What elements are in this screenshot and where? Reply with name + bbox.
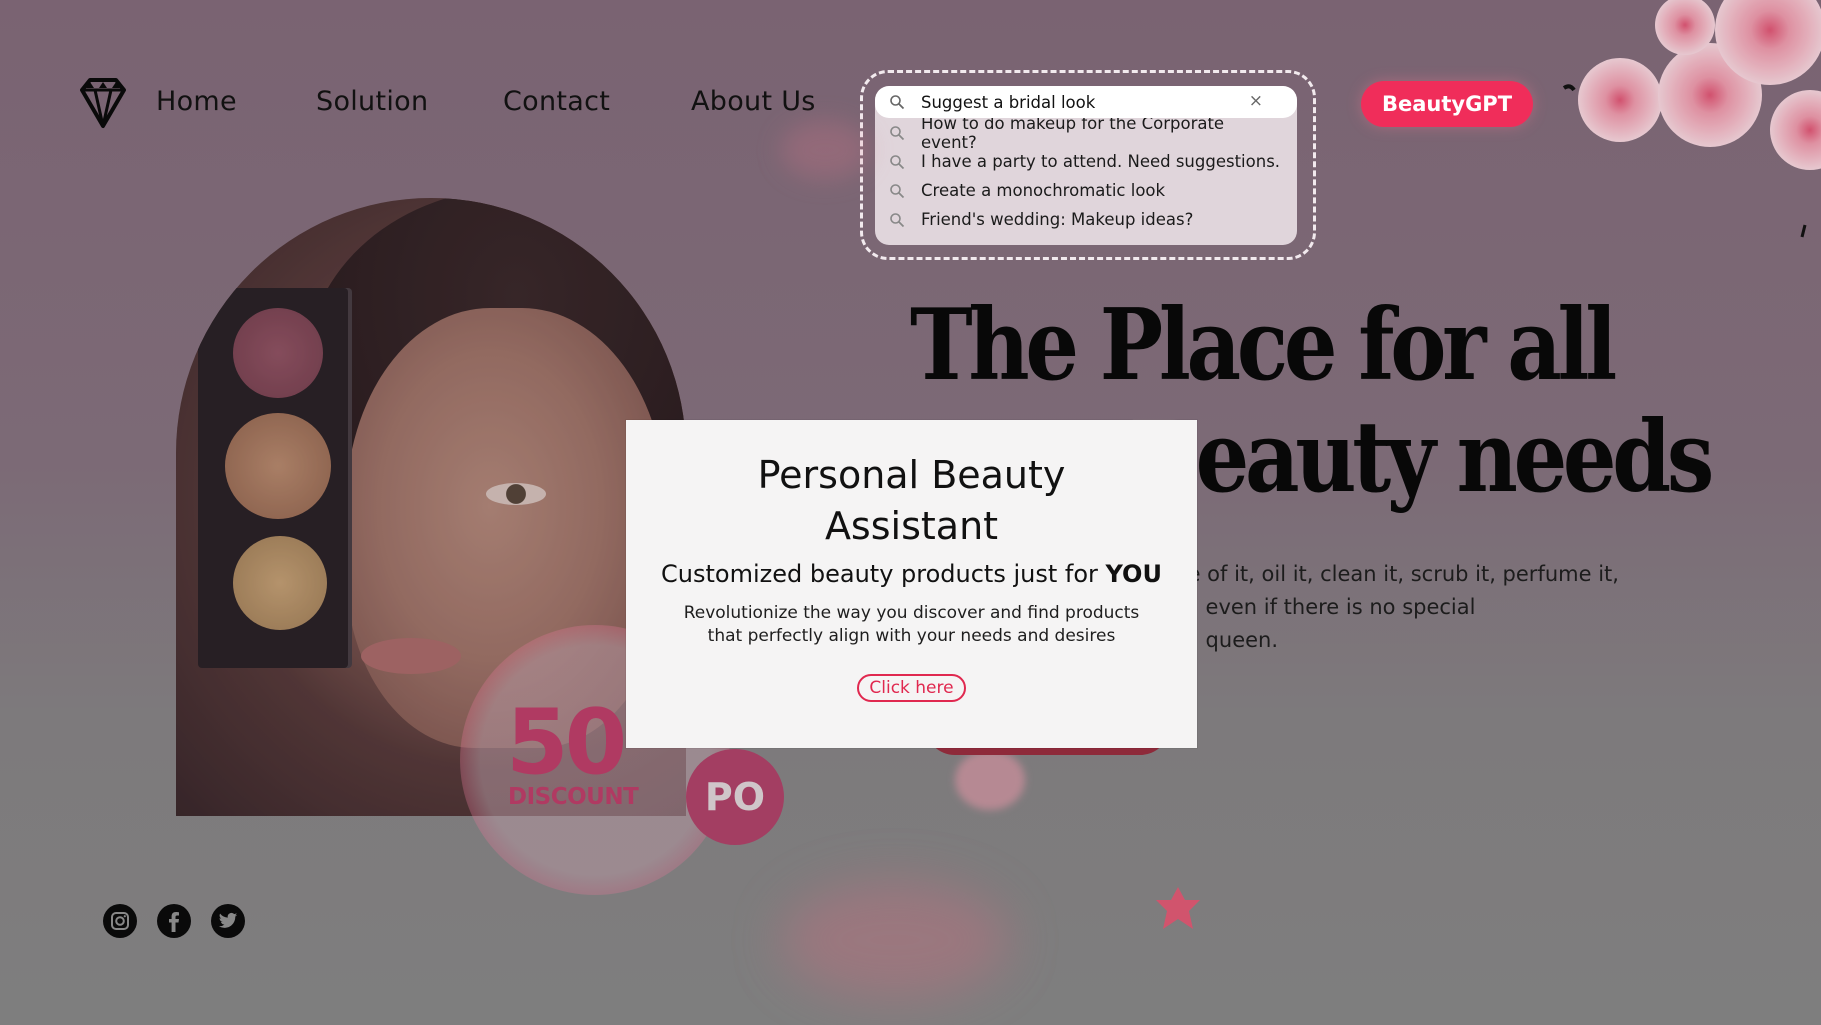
twitter-icon[interactable]: [211, 904, 245, 938]
diamond-icon[interactable]: [76, 76, 130, 130]
nav-about-us[interactable]: About Us: [691, 86, 816, 117]
instagram-icon[interactable]: [103, 904, 137, 938]
personal-beauty-assistant-modal: Personal Beauty Assistant Customized bea…: [626, 420, 1197, 748]
search-input[interactable]: [921, 92, 1241, 112]
clear-search-icon[interactable]: ×: [1249, 91, 1263, 111]
petal-decoration: [780, 120, 870, 180]
search-icon: [890, 125, 905, 140]
cherry-blossom-decoration: [1562, 0, 1821, 238]
search-icon: [890, 212, 905, 227]
nav-solution[interactable]: Solution: [316, 86, 428, 117]
suggestion-text: Friend's wedding: Makeup ideas?: [921, 210, 1194, 229]
promo-badge[interactable]: PO: [686, 749, 784, 845]
hero-description: care of it, oil it, clean it, scrub it, …: [1155, 562, 1619, 652]
click-here-button[interactable]: Click here: [857, 674, 966, 702]
search-bar[interactable]: ×: [875, 86, 1297, 118]
petal-decoration: [955, 750, 1025, 810]
discount-label: DISCOUNT: [508, 784, 639, 810]
suggestion-text: I have a party to attend. Need suggestio…: [921, 152, 1281, 171]
search-icon: [890, 154, 905, 169]
modal-title: Personal Beauty Assistant: [757, 453, 1066, 548]
discount-value: 50: [506, 690, 627, 795]
beautygpt-button[interactable]: BeautyGPT: [1361, 81, 1533, 127]
facebook-icon[interactable]: [157, 904, 191, 938]
search-dropdown: × How to do makeup for the Corporate eve…: [875, 86, 1297, 245]
landing-page: Home Solution Contact About Us × How to …: [0, 0, 1821, 1025]
petal-decoration: [780, 880, 1010, 1000]
suggestion-text: How to do makeup for the Corporate event…: [921, 113, 1225, 152]
headline-line-2: eauty needs: [1195, 400, 1715, 515]
suggestion-text: Create a monochromatic look: [921, 181, 1166, 200]
search-icon: [890, 95, 905, 110]
small-flower-decoration: [1156, 887, 1200, 929]
modal-subtitle: Customized beauty products just for YOU: [661, 560, 1162, 588]
headline-line-1: The Place for all: [910, 288, 1617, 403]
nav-contact[interactable]: Contact: [503, 86, 610, 117]
modal-description: Revolutionize the way you discover and f…: [683, 603, 1140, 646]
suggestion-item[interactable]: I have a party to attend. Need suggestio…: [875, 147, 1297, 176]
suggestion-item[interactable]: How to do makeup for the Corporate event…: [875, 114, 1297, 152]
search-icon: [890, 183, 905, 198]
suggestion-item[interactable]: Friend's wedding: Makeup ideas?: [875, 205, 1297, 234]
nav-home[interactable]: Home: [156, 86, 237, 117]
suggestion-item[interactable]: Create a monochromatic look: [875, 176, 1297, 205]
